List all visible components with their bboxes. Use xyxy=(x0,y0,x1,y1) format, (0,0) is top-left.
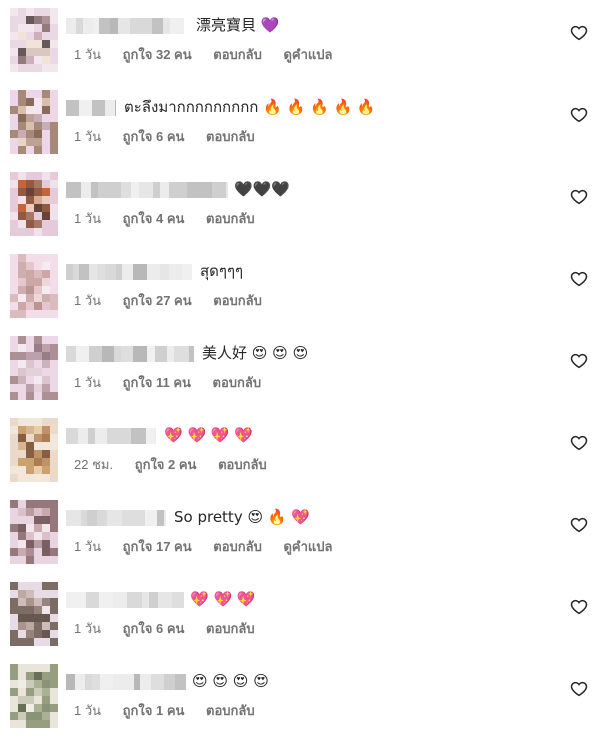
reply-button[interactable]: ตอบกลับ xyxy=(213,539,262,554)
likes-count[interactable]: ถูกใจ 32 คน xyxy=(123,47,192,62)
avatar[interactable] xyxy=(10,90,58,156)
username-blurred[interactable] xyxy=(66,18,184,34)
comment-text: 💖 💖 💖 💖 xyxy=(164,426,254,444)
likes-count[interactable]: ถูกใจ 17 คน xyxy=(123,539,192,554)
comment-item: ตะลึงมากกกกกกกกก 🔥 🔥 🔥 🔥 🔥 1 วัน ถูกใจ 6… xyxy=(0,90,600,170)
comment-time: 22 ชม. xyxy=(74,457,114,472)
comment-meta: 1 วัน ถูกใจ 32 คน ตอบกลับ ดูคำแปล xyxy=(74,46,351,64)
comment-meta: 1 วัน ถูกใจ 27 คน ตอบกลับ xyxy=(74,292,280,310)
heart-outline-icon[interactable] xyxy=(570,516,588,534)
heart-outline-icon[interactable] xyxy=(570,106,588,124)
avatar[interactable] xyxy=(10,500,58,566)
likes-count[interactable]: ถูกใจ 27 คน xyxy=(123,293,192,308)
comment-text: 美人好 😍 😍 😍 xyxy=(202,344,309,362)
comment-item: So pretty 😍 🔥 💖 1 วัน ถูกใจ 17 คน ตอบกลั… xyxy=(0,500,600,580)
comment-item: 💖 💖 💖 💖 22 ชม. ถูกใจ 2 คน ตอบกลับ xyxy=(0,418,600,498)
heart-outline-icon[interactable] xyxy=(570,24,588,42)
comment-meta: 1 วัน ถูกใจ 4 คน ตอบกลับ xyxy=(74,210,273,228)
likes-count[interactable]: ถูกใจ 11 คน xyxy=(123,375,191,390)
likes-count[interactable]: ถูกใจ 1 คน xyxy=(123,703,185,718)
comment-text: 🖤🖤🖤 xyxy=(234,180,291,198)
likes-count[interactable]: ถูกใจ 2 คน xyxy=(135,457,197,472)
likes-count[interactable]: ถูกใจ 6 คน xyxy=(123,621,185,636)
comment-time: 1 วัน xyxy=(74,293,102,308)
heart-outline-icon[interactable] xyxy=(570,188,588,206)
comment-meta: 1 วัน ถูกใจ 1 คน ตอบกลับ xyxy=(74,702,273,720)
comment-time: 1 วัน xyxy=(74,703,102,718)
heart-outline-icon[interactable] xyxy=(570,598,588,616)
comment-meta: 1 วัน ถูกใจ 17 คน ตอบกลับ ดูคำแปล xyxy=(74,538,351,556)
comment-time: 1 วัน xyxy=(74,129,102,144)
comment-time: 1 วัน xyxy=(74,621,102,636)
reply-button[interactable]: ตอบกลับ xyxy=(206,621,255,636)
reply-button[interactable]: ตอบกลับ xyxy=(218,457,267,472)
comment-time: 1 วัน xyxy=(74,47,102,62)
username-blurred[interactable] xyxy=(66,510,166,526)
avatar[interactable] xyxy=(10,582,58,648)
avatar[interactable] xyxy=(10,172,58,238)
comment-list: 漂亮寶貝 💜 1 วัน ถูกใจ 32 คน ตอบกลับ ดูคำแปล… xyxy=(0,0,600,745)
see-translation-button[interactable]: ดูคำแปล xyxy=(283,47,332,62)
heart-outline-icon[interactable] xyxy=(570,270,588,288)
comment-item: สุดๆๆๆ 1 วัน ถูกใจ 27 คน ตอบกลับ xyxy=(0,254,600,334)
reply-button[interactable]: ตอบกลับ xyxy=(206,211,255,226)
username-blurred[interactable] xyxy=(66,674,186,690)
comment-time: 1 วัน xyxy=(74,211,102,226)
comment-time: 1 วัน xyxy=(74,375,102,390)
username-blurred[interactable] xyxy=(66,428,156,444)
comment-item: 💖 💖 💖 1 วัน ถูกใจ 6 คน ตอบกลับ xyxy=(0,582,600,662)
comment-meta: 1 วัน ถูกใจ 11 คน ตอบกลับ xyxy=(74,374,279,392)
comment-text: ตะลึงมากกกกกกกกก 🔥 🔥 🔥 🔥 🔥 xyxy=(124,98,376,116)
username-blurred[interactable] xyxy=(66,182,228,198)
avatar[interactable] xyxy=(10,664,58,730)
comment-item: 🖤🖤🖤 1 วัน ถูกใจ 4 คน ตอบกลับ xyxy=(0,172,600,252)
heart-outline-icon[interactable] xyxy=(570,352,588,370)
comment-text: 😍 😍 😍 😍 xyxy=(192,672,269,690)
see-translation-button[interactable]: ดูคำแปล xyxy=(283,539,332,554)
comment-meta: 1 วัน ถูกใจ 6 คน ตอบกลับ xyxy=(74,620,273,638)
avatar[interactable] xyxy=(10,336,58,402)
comment-item: 😍 😍 😍 😍 1 วัน ถูกใจ 1 คน ตอบกลับ xyxy=(0,664,600,744)
comment-text: สุดๆๆๆ xyxy=(200,262,244,280)
avatar[interactable] xyxy=(10,8,58,74)
reply-button[interactable]: ตอบกลับ xyxy=(213,47,262,62)
reply-button[interactable]: ตอบกลับ xyxy=(206,703,255,718)
username-blurred[interactable] xyxy=(66,100,116,116)
comment-time: 1 วัน xyxy=(74,539,102,554)
username-blurred[interactable] xyxy=(66,592,184,608)
comment-item: 漂亮寶貝 💜 1 วัน ถูกใจ 32 คน ตอบกลับ ดูคำแปล xyxy=(0,8,600,88)
likes-count[interactable]: ถูกใจ 6 คน xyxy=(123,129,185,144)
username-blurred[interactable] xyxy=(66,346,194,362)
comment-meta: 22 ชม. ถูกใจ 2 คน ตอบกลับ xyxy=(74,456,285,474)
comment-text: 💖 💖 💖 xyxy=(190,590,256,608)
reply-button[interactable]: ตอบกลับ xyxy=(213,375,262,390)
comment-text: So pretty 😍 🔥 💖 xyxy=(174,508,310,526)
reply-button[interactable]: ตอบกลับ xyxy=(213,293,262,308)
avatar[interactable] xyxy=(10,418,58,484)
likes-count[interactable]: ถูกใจ 4 คน xyxy=(123,211,185,226)
reply-button[interactable]: ตอบกลับ xyxy=(206,129,255,144)
comment-text: 漂亮寶貝 💜 xyxy=(196,16,280,34)
avatar[interactable] xyxy=(10,254,58,320)
comment-item: 美人好 😍 😍 😍 1 วัน ถูกใจ 11 คน ตอบกลับ xyxy=(0,336,600,416)
username-blurred[interactable] xyxy=(66,264,192,280)
comment-meta: 1 วัน ถูกใจ 6 คน ตอบกลับ xyxy=(74,128,273,146)
heart-outline-icon[interactable] xyxy=(570,680,588,698)
heart-outline-icon[interactable] xyxy=(570,434,588,452)
